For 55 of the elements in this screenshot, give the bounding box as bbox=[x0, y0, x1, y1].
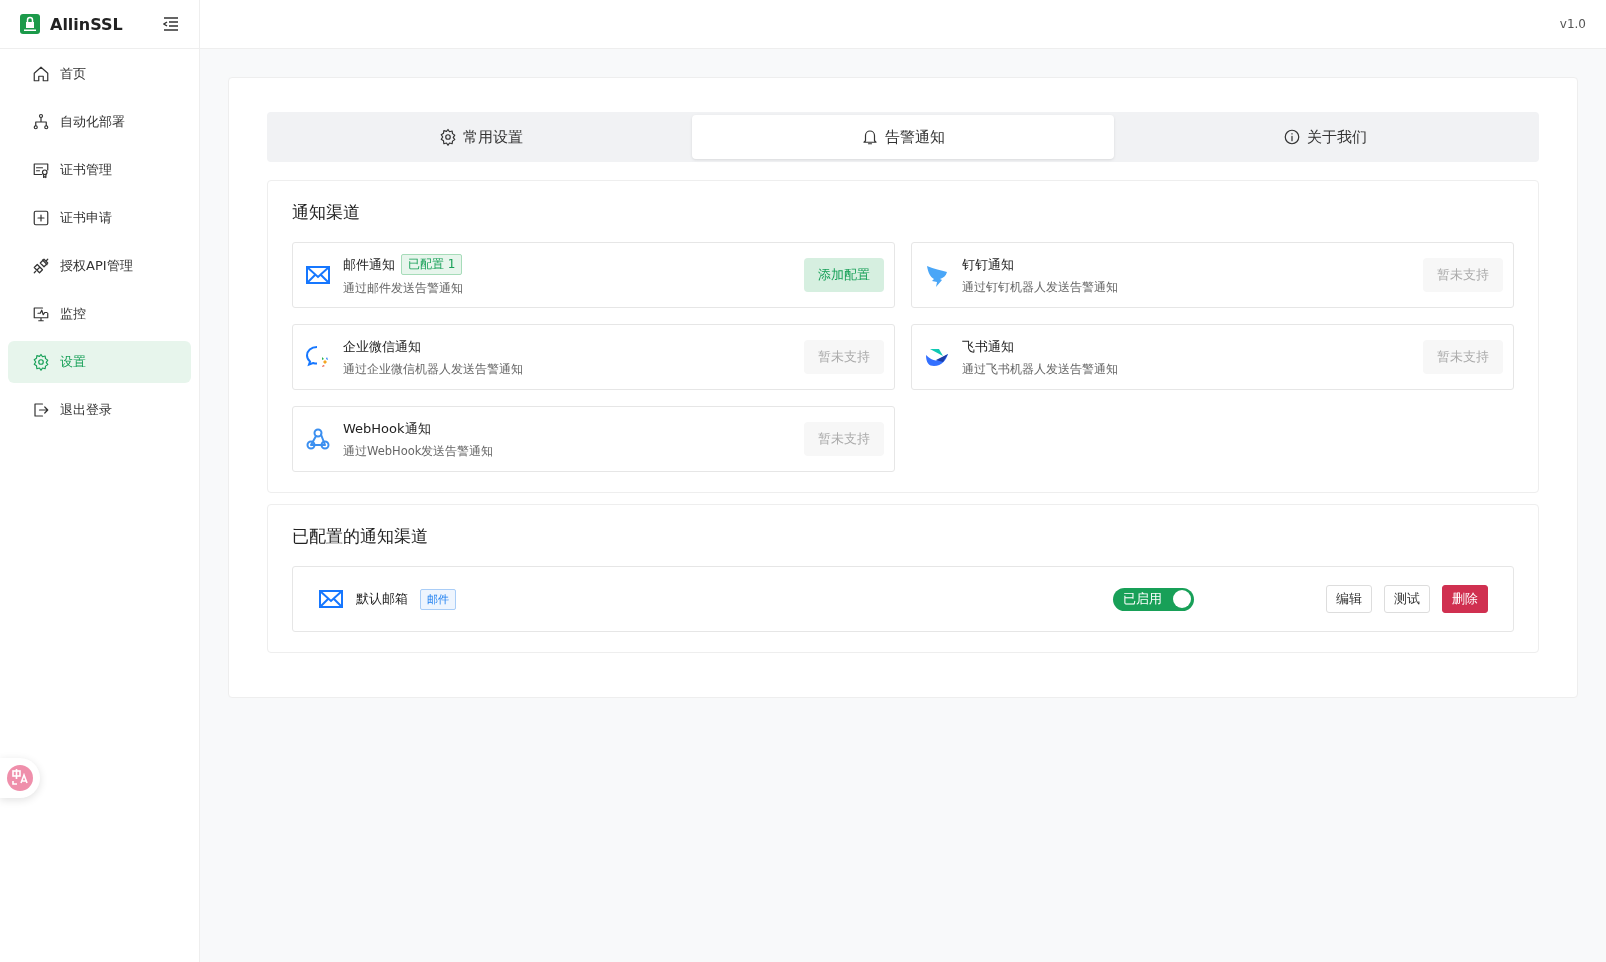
chat-bubble-icon bbox=[305, 344, 331, 370]
channel-name: 默认邮箱 bbox=[356, 590, 408, 608]
plug-icon bbox=[32, 257, 50, 275]
sidebar-item[interactable]: 授权API管理 bbox=[8, 245, 191, 287]
sidebar-label: 证书管理 bbox=[60, 161, 112, 179]
sidebar-item[interactable]: 证书管理 bbox=[8, 149, 191, 191]
action-button[interactable]: 编辑 bbox=[1326, 585, 1372, 613]
info-icon bbox=[1283, 128, 1301, 146]
logout-icon bbox=[32, 401, 50, 419]
certificate-icon bbox=[32, 161, 50, 179]
home-icon bbox=[32, 65, 50, 83]
version-label: v1.0 bbox=[1559, 17, 1586, 31]
sidebar-item[interactable]: 证书申请 bbox=[8, 197, 191, 239]
channel-description: 通过钉钉机器人发送告警通知 bbox=[962, 279, 1119, 295]
sidebar-item[interactable]: 自动化部署 bbox=[8, 101, 191, 143]
channel-description: 通过飞书机器人发送告警通知 bbox=[962, 361, 1119, 377]
configured-badge: 已配置 1 bbox=[401, 254, 463, 275]
sidebar-item[interactable]: 首页 bbox=[8, 53, 191, 95]
action-button[interactable]: 删除 bbox=[1442, 585, 1488, 613]
channel-name: 企业微信通知 bbox=[343, 337, 421, 356]
sidebar-label: 授权API管理 bbox=[60, 257, 133, 275]
channel-name: 飞书通知 bbox=[962, 337, 1014, 356]
menu-collapse-icon[interactable] bbox=[163, 17, 179, 31]
switch-label: 已启用 bbox=[1123, 590, 1162, 608]
app-name: AllinSSL bbox=[50, 14, 124, 34]
monitor-icon bbox=[32, 305, 50, 323]
section-title: 通知渠道 bbox=[292, 201, 361, 224]
webhook-icon bbox=[305, 426, 331, 452]
channel-name: 钉钉通知 bbox=[962, 255, 1014, 274]
sidebar-item[interactable]: 退出登录 bbox=[8, 389, 191, 431]
sidebar-label: 首页 bbox=[60, 65, 86, 83]
add-square-icon bbox=[32, 209, 50, 227]
channel-description: 通过企业微信机器人发送告警通知 bbox=[343, 361, 524, 377]
action-button[interactable]: 测试 bbox=[1384, 585, 1430, 613]
channel-name: 邮件通知 bbox=[343, 255, 395, 274]
channel-name: WebHook通知 bbox=[343, 419, 431, 438]
bell-icon bbox=[861, 128, 879, 146]
channel-type-tag: 邮件 bbox=[420, 588, 456, 610]
settings-tab[interactable]: 关于我们 bbox=[1114, 115, 1536, 159]
channel-description: 通过WebHook发送告警通知 bbox=[343, 443, 495, 459]
sidebar-label: 退出登录 bbox=[60, 401, 112, 419]
sidebar-label: 自动化部署 bbox=[60, 113, 125, 131]
sidebar-item[interactable]: 监控 bbox=[8, 293, 191, 335]
sidebar-label: 监控 bbox=[60, 305, 86, 323]
section-title: 已配置的通知渠道 bbox=[292, 525, 429, 548]
translate-icon bbox=[7, 765, 33, 791]
settings-tab[interactable]: 告警通知 bbox=[692, 115, 1114, 159]
sidebar-label: 设置 bbox=[60, 353, 86, 371]
channel-description: 通过邮件发送告警通知 bbox=[343, 281, 464, 296]
settings-tab[interactable]: 常用设置 bbox=[270, 115, 692, 159]
padlock-logo bbox=[20, 14, 40, 34]
settings-icon bbox=[32, 353, 50, 371]
settings-icon bbox=[439, 128, 457, 146]
sidebar-label: 证书申请 bbox=[60, 209, 112, 227]
hierarchy-icon bbox=[32, 113, 50, 131]
